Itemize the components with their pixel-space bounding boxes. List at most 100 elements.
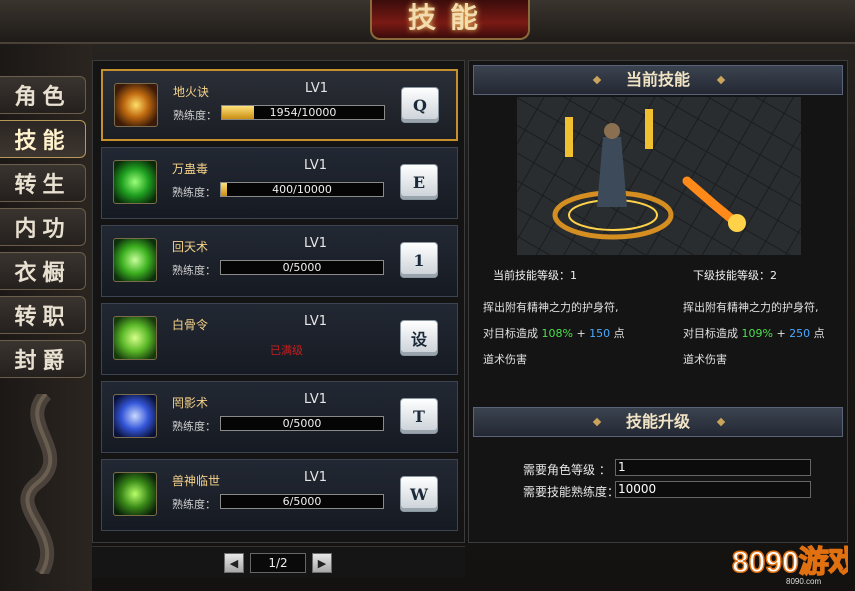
max-level-status: 已满级 — [270, 344, 303, 357]
hotkey-button[interactable]: T — [400, 398, 438, 434]
beast-skill-icon — [113, 472, 157, 516]
proficiency-bar: 6/5000 — [220, 494, 384, 509]
proficiency-text: 0/5000 — [282, 261, 322, 274]
diamond-icon — [592, 75, 602, 85]
proficiency-label: 熟练度： — [172, 498, 216, 511]
desc-text: 对目标造成 — [683, 327, 742, 340]
hotkey-set-button[interactable]: 设 — [400, 320, 438, 356]
skill-detail-panel: 当前技能 当前技能等级：1 下级技能等级：2 挥出附有精神之力的护身符, 对目标… — [468, 60, 848, 543]
poison-skill-icon — [113, 160, 157, 204]
heal-skill-icon — [113, 238, 157, 282]
skill-upgrade-title: 技能升级 — [625, 412, 690, 431]
hotkey-button[interactable]: W — [400, 476, 438, 512]
skill-list-panel: 地火诀 LV1 熟练度： 1954/10000 Q 万蛊毒 LV1 熟练度： 4… — [92, 60, 465, 543]
skill-preview-image — [517, 97, 801, 255]
desc-plus: + — [572, 327, 590, 340]
desc-flat: 250 — [789, 327, 811, 340]
hotkey-button[interactable]: Q — [401, 87, 439, 123]
desc-line: 挥出附有精神之力的护身符, — [683, 301, 819, 314]
watermark-text: 8090游戏 — [732, 546, 848, 579]
sidebar: 角色 技能 转生 内功 衣橱 转职 封爵 — [0, 44, 92, 591]
skill-level: LV1 — [304, 470, 327, 485]
skill-level: LV1 — [304, 158, 327, 173]
skill-name: 回天术 — [172, 240, 209, 254]
proficiency-text: 0/5000 — [282, 417, 322, 430]
fire-skill-icon — [114, 83, 158, 127]
prev-page-button[interactable]: ◀ — [224, 553, 244, 573]
desc-text: 点 — [610, 327, 625, 340]
pagination: ◀ 1/2 ▶ — [92, 546, 465, 578]
diamond-icon — [716, 75, 726, 85]
proficiency-label: 熟练度： — [172, 186, 216, 199]
tab-skills[interactable]: 技能 — [0, 120, 86, 158]
skill-row[interactable]: 兽神临世 LV1 熟练度： 6/5000 W — [101, 459, 458, 531]
skill-row[interactable]: 回天术 LV1 熟练度： 0/5000 1 — [101, 225, 458, 297]
tab-wardrobe[interactable]: 衣橱 — [0, 252, 86, 290]
skill-name: 白骨令 — [172, 318, 209, 332]
tab-inner-power[interactable]: 内功 — [0, 208, 86, 246]
skill-level: LV1 — [304, 314, 327, 329]
tab-wardrobe-label: 衣橱 — [14, 260, 71, 286]
required-proficiency-value: 10000 — [615, 481, 811, 498]
next-level-label: 下级技能等级：2 — [693, 269, 777, 282]
watermark-logo-art: 8090游戏 8090.com — [731, 545, 855, 586]
diamond-icon — [716, 417, 726, 427]
skill-upgrade-header: 技能升级 — [473, 407, 843, 437]
hotkey-button[interactable]: 1 — [400, 242, 438, 278]
skill-level: LV1 — [304, 236, 327, 251]
tab-job-change[interactable]: 转职 — [0, 296, 86, 334]
page-indicator: 1/2 — [250, 553, 306, 573]
current-skill-title: 当前技能 — [625, 70, 690, 89]
current-skill-header: 当前技能 — [473, 65, 843, 95]
diamond-icon — [592, 417, 602, 427]
tab-inner-power-label: 内功 — [14, 216, 71, 242]
skill-level: LV1 — [305, 81, 328, 96]
desc-line: 道术伤害 — [683, 353, 727, 366]
desc-line: 挥出附有精神之力的护身符, — [483, 301, 619, 314]
desc-percent: 109% — [741, 327, 773, 340]
skill-name: 地火诀 — [173, 85, 210, 99]
watermark-site: 8090.com — [786, 577, 821, 586]
tab-rebirth-label: 转生 — [14, 172, 71, 198]
proficiency-label: 熟练度： — [172, 420, 216, 433]
proficiency-bar: 0/5000 — [220, 416, 384, 431]
proficiency-bar: 1954/10000 — [221, 105, 385, 120]
required-proficiency-label: 需要技能熟练度： — [523, 485, 620, 499]
skill-name: 兽神临世 — [172, 474, 221, 488]
proficiency-label: 熟练度： — [173, 109, 217, 122]
proficiency-text: 400/10000 — [272, 183, 332, 196]
skill-row[interactable]: 万蛊毒 LV1 熟练度： 400/10000 E — [101, 147, 458, 219]
desc-line: 道术伤害 — [483, 353, 527, 366]
next-level-description: 挥出附有精神之力的护身符, 对目标造成 109% + 250 点 道术伤害 — [683, 295, 825, 373]
skill-level: LV1 — [304, 392, 327, 407]
tab-character[interactable]: 角色 — [0, 76, 86, 114]
skill-row[interactable]: 白骨令 LV1 已满级 设 — [101, 303, 458, 375]
skull-skill-icon — [113, 316, 157, 360]
desc-line: 对目标造成 108% + 150 点 — [483, 321, 625, 347]
proficiency-bar: 0/5000 — [220, 260, 384, 275]
proficiency-label: 熟练度： — [172, 264, 216, 277]
skill-row[interactable]: 地火诀 LV1 熟练度： 1954/10000 Q — [101, 69, 458, 141]
tab-skills-label: 技能 — [14, 128, 71, 154]
window-title-plate: 技能 — [370, 0, 530, 40]
tab-rebirth[interactable]: 转生 — [0, 164, 86, 202]
window-title: 技能 — [407, 1, 492, 34]
desc-text: 对目标造成 — [483, 327, 542, 340]
proficiency-bar: 400/10000 — [220, 182, 384, 197]
next-page-button[interactable]: ▶ — [312, 553, 332, 573]
dragon-ornament-icon — [20, 394, 58, 574]
skill-row[interactable]: 罔影术 LV1 熟练度： 0/5000 T — [101, 381, 458, 453]
skill-name: 万蛊毒 — [172, 162, 209, 176]
desc-percent: 108% — [541, 327, 573, 340]
hotkey-button[interactable]: E — [400, 164, 438, 200]
shadow-skill-icon — [113, 394, 157, 438]
proficiency-text: 1954/10000 — [269, 106, 337, 119]
tab-nobility[interactable]: 封爵 — [0, 340, 86, 378]
proficiency-text: 6/5000 — [282, 495, 322, 508]
desc-line: 对目标造成 109% + 250 点 — [683, 321, 825, 347]
required-level-value: 1 — [615, 459, 811, 476]
tab-character-label: 角色 — [14, 84, 71, 110]
tab-job-change-label: 转职 — [14, 304, 71, 330]
tab-nobility-label: 封爵 — [14, 348, 71, 374]
site-watermark-logo: 8090游戏 8090.com — [730, 542, 855, 586]
